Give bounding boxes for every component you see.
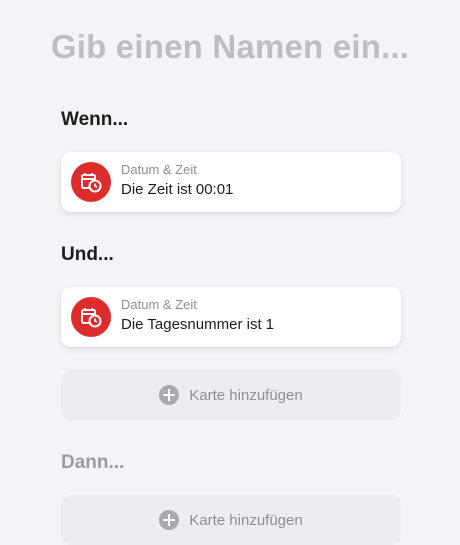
condition-value: 00:01 [195, 181, 234, 198]
card-category: Datum & Zeit [121, 297, 197, 312]
condition-value: 1 [265, 316, 274, 333]
section-label-when: Wenn... [61, 109, 129, 130]
condition-text: Die Zeit ist [121, 181, 192, 198]
add-card-label: Karte hinzufügen [189, 511, 303, 529]
section-label-then: Dann... [61, 452, 125, 473]
add-card-button-and[interactable]: Karte hinzufügen [61, 370, 401, 420]
and-card-day-number[interactable]: Datum & Zeit Die Tagesnummer ist 1 [61, 287, 401, 347]
plus-circle-icon [159, 385, 180, 405]
card-condition: Die Tagesnummer ist 1 [121, 316, 274, 333]
add-card-label: Karte hinzufügen [189, 386, 303, 404]
card-condition: Die Zeit ist 00:01 [121, 181, 233, 198]
plus-circle-icon [159, 510, 180, 530]
condition-text: Die Tagesnummer ist [121, 316, 262, 333]
flow-name-placeholder[interactable]: Gib einen Namen ein... [0, 28, 460, 66]
section-label-and: Und... [61, 244, 114, 265]
card-category: Datum & Zeit [121, 162, 197, 177]
calendar-clock-icon [71, 297, 111, 337]
calendar-clock-icon [71, 162, 111, 202]
when-card-time[interactable]: Datum & Zeit Die Zeit ist 00:01 [61, 152, 401, 212]
